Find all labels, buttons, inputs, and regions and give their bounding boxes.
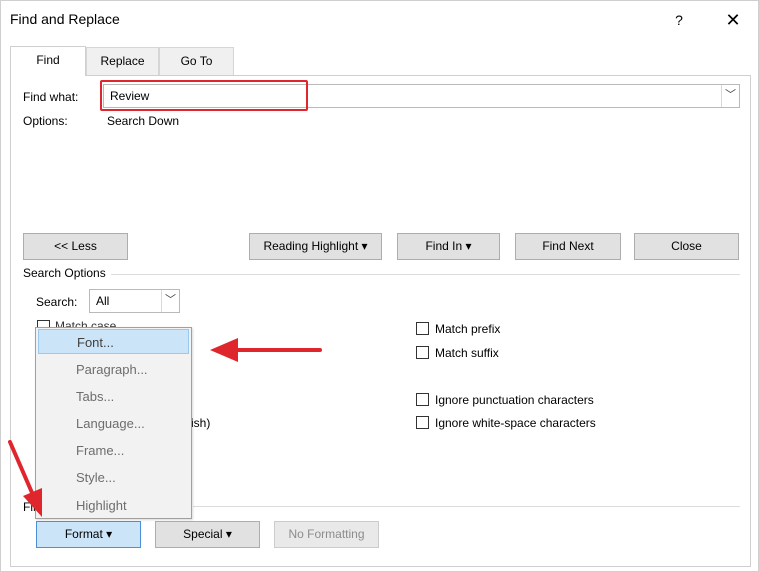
less-button[interactable]: << Less bbox=[23, 233, 128, 260]
menu-item-tabs[interactable]: Tabs... bbox=[38, 384, 189, 409]
menu-item-language[interactable]: Language... bbox=[38, 411, 189, 436]
search-direction-label: Search: bbox=[36, 295, 78, 309]
annotation-highlight-box bbox=[100, 80, 308, 111]
no-formatting-button[interactable]: No Formatting bbox=[274, 521, 379, 548]
tab-goto-label: Go To bbox=[180, 54, 213, 68]
find-what-label: Find what: bbox=[23, 90, 79, 104]
ignore-punctuation-label: Ignore punctuation characters bbox=[435, 393, 594, 407]
options-value: Search Down bbox=[107, 114, 180, 128]
special-button[interactable]: Special ▾ bbox=[155, 521, 260, 548]
search-direction-select[interactable]: All ﹀ bbox=[89, 289, 180, 313]
tab-replace[interactable]: Replace bbox=[86, 47, 159, 75]
menu-item-frame[interactable]: Frame... bbox=[38, 438, 189, 463]
find-next-button[interactable]: Find Next bbox=[515, 233, 621, 260]
chevron-down-icon[interactable]: ﹀ bbox=[161, 290, 179, 312]
help-button[interactable]: ? bbox=[665, 7, 693, 33]
ignore-whitespace-checkbox[interactable] bbox=[416, 416, 429, 429]
close-icon[interactable]: ✕ bbox=[717, 7, 749, 33]
tab-replace-label: Replace bbox=[100, 54, 145, 68]
match-suffix-label: Match suffix bbox=[435, 346, 499, 360]
match-prefix-checkbox[interactable] bbox=[416, 322, 429, 335]
tab-goto[interactable]: Go To bbox=[159, 47, 234, 75]
menu-item-paragraph[interactable]: Paragraph... bbox=[38, 357, 189, 382]
chevron-down-icon[interactable]: ﹀ bbox=[721, 85, 739, 107]
partial-option-text: ish) bbox=[191, 416, 211, 430]
group-divider bbox=[111, 274, 740, 275]
options-label: Options: bbox=[23, 114, 68, 128]
title-bar: Find and Replace ? ✕ bbox=[1, 1, 758, 39]
ignore-punctuation-checkbox[interactable] bbox=[416, 393, 429, 406]
dialog-title: Find and Replace bbox=[10, 11, 120, 27]
match-suffix-checkbox[interactable] bbox=[416, 346, 429, 359]
format-button[interactable]: Format ▾ bbox=[36, 521, 141, 548]
menu-item-style[interactable]: Style... bbox=[38, 465, 189, 490]
match-prefix-label: Match prefix bbox=[435, 322, 501, 336]
menu-item-font[interactable]: Font... bbox=[38, 329, 189, 354]
search-options-title: Search Options bbox=[23, 266, 106, 280]
reading-highlight-button[interactable]: Reading Highlight ▾ bbox=[249, 233, 382, 260]
tab-find[interactable]: Find bbox=[10, 46, 86, 76]
find-section-divider bbox=[193, 506, 740, 507]
search-direction-value: All bbox=[96, 294, 110, 308]
menu-item-highlight[interactable]: Highlight bbox=[38, 493, 189, 518]
close-button[interactable]: Close bbox=[634, 233, 739, 260]
tab-find-label: Find bbox=[36, 53, 60, 67]
ignore-whitespace-label: Ignore white-space characters bbox=[435, 416, 596, 430]
find-in-button[interactable]: Find In ▾ bbox=[397, 233, 500, 260]
format-menu: Font... Paragraph... Tabs... Language...… bbox=[35, 327, 192, 519]
